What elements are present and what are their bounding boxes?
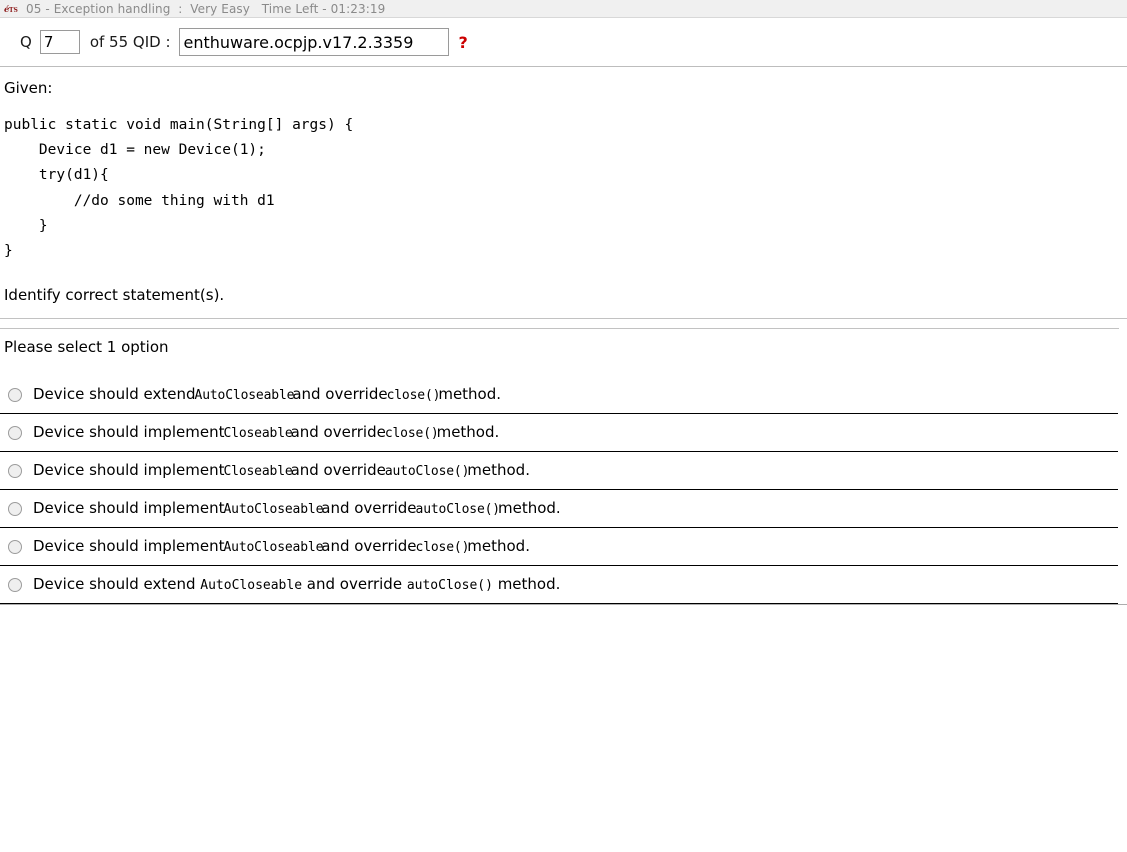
options-list: Device should extendAutoCloseableand ove… bbox=[0, 376, 1127, 604]
option-text-fragment: method. bbox=[437, 423, 500, 441]
option-text-fragment: method. bbox=[467, 461, 530, 479]
option-text-fragment: Device should extend bbox=[33, 385, 196, 403]
ets-logo-icon: é TS bbox=[4, 2, 22, 16]
option-label: Device should implementAutoCloseableand … bbox=[33, 537, 530, 557]
option-text-fragment: method. bbox=[438, 385, 501, 403]
option-label: Device should implementCloseableand over… bbox=[33, 461, 530, 481]
option-row[interactable]: Device should implementAutoCloseableand … bbox=[0, 490, 1118, 528]
option-label: Device should extend AutoCloseable and o… bbox=[33, 575, 560, 595]
option-text-fragment: and override bbox=[292, 385, 387, 403]
select-instruction: Please select 1 option bbox=[0, 329, 1127, 356]
svg-text:TS: TS bbox=[9, 7, 18, 14]
question-prompt: Identify correct statement(s). bbox=[4, 286, 1127, 304]
option-text-fragment: Device should implement bbox=[33, 423, 224, 441]
question-body: Given: public static void main(String[] … bbox=[0, 67, 1127, 304]
total-questions-label: of 55 QID : bbox=[90, 33, 171, 51]
option-code-fragment: autoClose() bbox=[416, 502, 500, 517]
radio-button-option-1[interactable] bbox=[8, 388, 22, 402]
option-text-fragment: method. bbox=[493, 575, 560, 593]
option-text-fragment: and override bbox=[321, 499, 416, 517]
question-nav-bar: Q of 55 QID : ? bbox=[0, 18, 1127, 67]
option-code-fragment: AutoCloseable bbox=[195, 388, 295, 403]
radio-button-option-2[interactable] bbox=[8, 426, 22, 440]
option-text-fragment: and override bbox=[291, 461, 386, 479]
option-code-fragment: AutoCloseable bbox=[200, 578, 302, 593]
option-text-fragment: Device should implement bbox=[33, 461, 224, 479]
radio-button-option-4[interactable] bbox=[8, 502, 22, 516]
option-code-fragment: close() bbox=[387, 388, 441, 403]
status-bar: é TS 05 - Exception handling : Very Easy… bbox=[0, 0, 1127, 18]
help-question-mark-icon[interactable]: ? bbox=[459, 33, 468, 52]
option-row[interactable]: Device should implementCloseableand over… bbox=[0, 414, 1118, 452]
option-code-fragment: close() bbox=[416, 540, 470, 555]
option-code-fragment: Closeable bbox=[223, 464, 292, 479]
code-snippet: public static void main(String[] args) {… bbox=[4, 113, 1127, 264]
option-code-fragment: autoClose() bbox=[385, 464, 469, 479]
option-code-fragment: Closeable bbox=[223, 426, 292, 441]
radio-button-option-6[interactable] bbox=[8, 578, 22, 592]
option-code-fragment: autoClose() bbox=[407, 578, 493, 593]
q-label: Q bbox=[20, 33, 32, 51]
option-text-fragment: Device should extend bbox=[33, 575, 200, 593]
qid-input[interactable] bbox=[179, 28, 449, 56]
question-number-input[interactable] bbox=[40, 30, 80, 54]
option-label: Device should implementCloseableand over… bbox=[33, 423, 499, 443]
option-row[interactable]: Device should implementCloseableand over… bbox=[0, 452, 1118, 490]
option-label: Device should implementAutoCloseableand … bbox=[33, 499, 561, 519]
option-code-fragment: AutoCloseable bbox=[223, 540, 323, 555]
radio-button-option-5[interactable] bbox=[8, 540, 22, 554]
option-row[interactable]: Device should extendAutoCloseableand ove… bbox=[0, 376, 1118, 414]
option-text-fragment: method. bbox=[467, 537, 530, 555]
given-label: Given: bbox=[4, 67, 1127, 97]
option-code-fragment: close() bbox=[385, 426, 439, 441]
option-code-fragment: AutoCloseable bbox=[223, 502, 323, 517]
option-text-fragment: and override bbox=[321, 537, 416, 555]
option-row[interactable]: Device should extend AutoCloseable and o… bbox=[0, 566, 1118, 604]
option-text-fragment: method. bbox=[498, 499, 561, 517]
option-text-fragment: Device should implement bbox=[33, 537, 224, 555]
option-row[interactable]: Device should implementAutoCloseableand … bbox=[0, 528, 1118, 566]
option-text-fragment: Device should implement bbox=[33, 499, 224, 517]
option-text-fragment: and override bbox=[291, 423, 386, 441]
bottom-divider bbox=[0, 604, 1127, 605]
option-text-fragment: and override bbox=[302, 575, 407, 593]
radio-button-option-3[interactable] bbox=[8, 464, 22, 478]
exam-status-text: 05 - Exception handling : Very Easy Time… bbox=[26, 2, 385, 16]
option-label: Device should extendAutoCloseableand ove… bbox=[33, 385, 501, 405]
